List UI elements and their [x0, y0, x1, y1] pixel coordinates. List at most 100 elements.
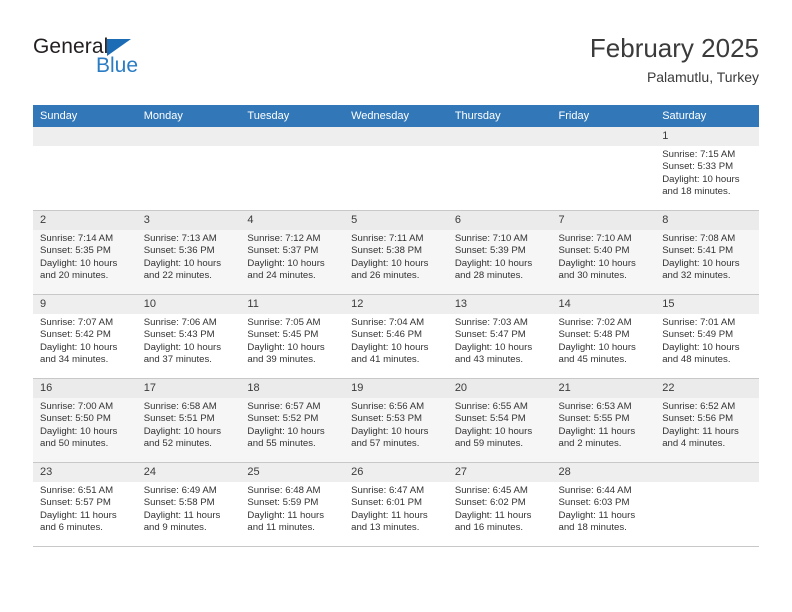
calendar-day-cell[interactable]: 25 Sunrise: 6:48 AM Sunset: 5:59 PM Dayligh…	[240, 462, 345, 547]
calendar-day-cell[interactable]: 15 Sunrise: 7:01 AM Sunset: 5:49 PM Dayligh…	[655, 294, 759, 379]
day-sun-info: Sunrise: 6:49 AM Sunset: 5:58 PM Daylight:…	[137, 482, 241, 535]
day-cell-inner: 5 Sunrise: 7:11 AM Sunset: 5:38 PM Daylight…	[344, 211, 448, 294]
calendar-day-cell[interactable]: 28 Sunrise: 6:44 AM Sunset: 6:03 PM Dayligh…	[551, 462, 656, 547]
day-cell-inner: 25 Sunrise: 6:48 AM Sunset: 5:59 PM Dayligh…	[240, 463, 345, 546]
daylight-text-line1: Daylight: 11 hours	[558, 509, 636, 521]
sunset-text: Sunset: 5:58 PM	[143, 497, 215, 509]
calendar-day-cell[interactable]: 12 Sunrise: 7:04 AM Sunset: 5:46 PM Dayligh…	[344, 294, 448, 379]
daylight-text-line2: and 45 minutes.	[558, 354, 627, 366]
daylight-text-line2: and 26 minutes.	[351, 270, 420, 282]
day-number: 10	[136, 295, 241, 314]
calendar-day-cell[interactable]: 4 Sunrise: 7:12 AM Sunset: 5:37 PM Daylight…	[240, 210, 345, 295]
calendar-day-cell[interactable]: 17 Sunrise: 6:58 AM Sunset: 5:51 PM Dayligh…	[136, 378, 241, 463]
calendar-cell-empty	[551, 127, 656, 211]
day-cell-inner: 19 Sunrise: 6:56 AM Sunset: 5:53 PM Dayligh…	[344, 379, 448, 462]
day-cell-inner: 22 Sunrise: 6:52 AM Sunset: 5:56 PM Dayligh…	[655, 379, 759, 462]
calendar-day-cell[interactable]: 1 Sunrise: 7:15 AM Sunset: 5:33 PM Daylight…	[655, 127, 759, 211]
sunset-text: Sunset: 5:56 PM	[662, 413, 734, 425]
weekday-header-thursday: Thursday	[447, 105, 552, 127]
calendar-day-cell[interactable]: 13 Sunrise: 7:03 AM Sunset: 5:47 PM Dayligh…	[447, 294, 552, 379]
sunrise-text: Sunrise: 6:51 AM	[40, 485, 114, 496]
sunset-text: Sunset: 5:48 PM	[558, 329, 630, 341]
day-cell-inner: 6 Sunrise: 7:10 AM Sunset: 5:39 PM Daylight…	[447, 211, 552, 294]
daylight-text-line1: Daylight: 10 hours	[40, 257, 118, 269]
daylight-text-line2: and 37 minutes.	[143, 354, 212, 366]
calendar-day-cell[interactable]: 6 Sunrise: 7:10 AM Sunset: 5:39 PM Daylight…	[447, 210, 552, 295]
calendar-cell-empty	[447, 127, 552, 211]
day-cell-inner	[655, 463, 759, 546]
calendar-day-cell[interactable]: 8 Sunrise: 7:08 AM Sunset: 5:41 PM Daylight…	[655, 210, 759, 295]
calendar-day-cell[interactable]: 20 Sunrise: 6:55 AM Sunset: 5:54 PM Dayligh…	[447, 378, 552, 463]
day-number: 11	[240, 295, 345, 314]
calendar-day-cell[interactable]: 3 Sunrise: 7:13 AM Sunset: 5:36 PM Daylight…	[136, 210, 241, 295]
sunrise-text: Sunrise: 6:58 AM	[143, 401, 217, 412]
calendar-day-cell[interactable]: 22 Sunrise: 6:52 AM Sunset: 5:56 PM Dayligh…	[655, 378, 759, 463]
calendar-week-row: 9 Sunrise: 7:07 AM Sunset: 5:42 PM Daylight…	[33, 294, 759, 379]
weekday-header-sunday: Sunday	[33, 105, 137, 127]
daylight-text-line2: and 20 minutes.	[40, 270, 109, 282]
day-number: 22	[655, 379, 759, 398]
calendar-day-cell[interactable]: 19 Sunrise: 6:56 AM Sunset: 5:53 PM Dayligh…	[344, 378, 448, 463]
day-sun-info: Sunrise: 7:02 AM Sunset: 5:48 PM Daylight:…	[552, 314, 656, 367]
day-cell-inner: 4 Sunrise: 7:12 AM Sunset: 5:37 PM Daylight…	[240, 211, 345, 294]
calendar-day-cell[interactable]: 14 Sunrise: 7:02 AM Sunset: 5:48 PM Dayligh…	[551, 294, 656, 379]
daylight-text-line1: Daylight: 11 hours	[558, 425, 636, 437]
day-number: 15	[655, 295, 759, 314]
daylight-text-line2: and 9 minutes.	[143, 522, 207, 534]
sunrise-text: Sunrise: 6:52 AM	[662, 401, 736, 412]
daylight-text-line1: Daylight: 10 hours	[558, 341, 636, 353]
sunrise-text: Sunrise: 7:13 AM	[143, 233, 217, 244]
sunrise-text: Sunrise: 7:14 AM	[40, 233, 114, 244]
day-number: 25	[240, 463, 345, 482]
daylight-text-line2: and 24 minutes.	[247, 270, 316, 282]
day-number: 18	[240, 379, 345, 398]
day-cell-inner: 21 Sunrise: 6:53 AM Sunset: 5:55 PM Dayligh…	[551, 379, 656, 462]
daylight-text-line1: Daylight: 10 hours	[143, 257, 222, 269]
day-sun-info: Sunrise: 7:07 AM Sunset: 5:42 PM Daylight:…	[33, 314, 137, 367]
sunset-text: Sunset: 6:02 PM	[454, 497, 526, 509]
day-number: 8	[655, 211, 759, 230]
calendar-day-cell[interactable]: 10 Sunrise: 7:06 AM Sunset: 5:43 PM Dayligh…	[136, 294, 241, 379]
calendar-day-cell[interactable]: 18 Sunrise: 6:57 AM Sunset: 5:52 PM Dayligh…	[240, 378, 345, 463]
sunrise-text: Sunrise: 6:45 AM	[454, 485, 528, 496]
sunrise-text: Sunrise: 7:10 AM	[454, 233, 528, 244]
daylight-text-line1: Daylight: 10 hours	[454, 341, 533, 353]
calendar-day-cell[interactable]: 2 Sunrise: 7:14 AM Sunset: 5:35 PM Daylight…	[33, 210, 137, 295]
calendar-day-cell[interactable]: 16 Sunrise: 7:00 AM Sunset: 5:50 PM Dayligh…	[33, 378, 137, 463]
weekday-header-row: Sunday Monday Tuesday Wednesday Thursday…	[33, 105, 759, 127]
sunrise-text: Sunrise: 6:48 AM	[247, 485, 321, 496]
calendar-cell-empty	[655, 462, 759, 547]
calendar-day-cell[interactable]: 7 Sunrise: 7:10 AM Sunset: 5:40 PM Daylight…	[551, 210, 656, 295]
calendar-day-cell[interactable]: 11 Sunrise: 7:05 AM Sunset: 5:45 PM Dayligh…	[240, 294, 345, 379]
day-sun-info: Sunrise: 7:03 AM Sunset: 5:47 PM Daylight:…	[448, 314, 552, 367]
calendar-day-cell[interactable]: 21 Sunrise: 6:53 AM Sunset: 5:55 PM Dayligh…	[551, 378, 656, 463]
daylight-text-line2: and 55 minutes.	[247, 438, 316, 450]
day-cell-inner: 11 Sunrise: 7:05 AM Sunset: 5:45 PM Dayligh…	[240, 295, 345, 378]
day-number: 12	[344, 295, 448, 314]
logo-text-blue: Blue	[96, 54, 139, 77]
day-sun-info: Sunrise: 6:52 AM Sunset: 5:56 PM Daylight:…	[655, 398, 759, 451]
day-number: 24	[136, 463, 241, 482]
sunset-text: Sunset: 6:03 PM	[558, 497, 630, 509]
daylight-text-line1: Daylight: 10 hours	[143, 341, 222, 353]
calendar-day-cell[interactable]: 5 Sunrise: 7:11 AM Sunset: 5:38 PM Daylight…	[344, 210, 448, 295]
calendar-day-cell[interactable]: 23 Sunrise: 6:51 AM Sunset: 5:57 PM Dayligh…	[33, 462, 137, 547]
weekday-header-wednesday: Wednesday	[344, 105, 448, 127]
weekday-header-tuesday: Tuesday	[240, 105, 345, 127]
calendar-body: 1 Sunrise: 7:15 AM Sunset: 5:33 PM Daylight…	[33, 127, 759, 547]
day-cell-inner: 28 Sunrise: 6:44 AM Sunset: 6:03 PM Dayligh…	[551, 463, 656, 546]
daylight-text-line1: Daylight: 10 hours	[143, 425, 222, 437]
day-number: 3	[136, 211, 241, 230]
day-number	[240, 127, 345, 146]
calendar-cell-empty	[136, 127, 241, 211]
calendar-day-cell[interactable]: 24 Sunrise: 6:49 AM Sunset: 5:58 PM Dayligh…	[136, 462, 241, 547]
calendar-day-cell[interactable]: 9 Sunrise: 7:07 AM Sunset: 5:42 PM Daylight…	[33, 294, 137, 379]
day-cell-inner	[447, 127, 552, 210]
calendar-day-cell[interactable]: 26 Sunrise: 6:47 AM Sunset: 6:01 PM Dayligh…	[344, 462, 448, 547]
day-sun-info: Sunrise: 6:58 AM Sunset: 5:51 PM Daylight:…	[137, 398, 241, 451]
day-cell-inner: 13 Sunrise: 7:03 AM Sunset: 5:47 PM Dayligh…	[447, 295, 552, 378]
daylight-text-line2: and 59 minutes.	[454, 438, 524, 450]
day-sun-info: Sunrise: 7:12 AM Sunset: 5:37 PM Daylight:…	[240, 230, 344, 283]
sunset-text: Sunset: 5:45 PM	[247, 329, 319, 341]
calendar-day-cell[interactable]: 27 Sunrise: 6:45 AM Sunset: 6:02 PM Dayligh…	[447, 462, 552, 547]
